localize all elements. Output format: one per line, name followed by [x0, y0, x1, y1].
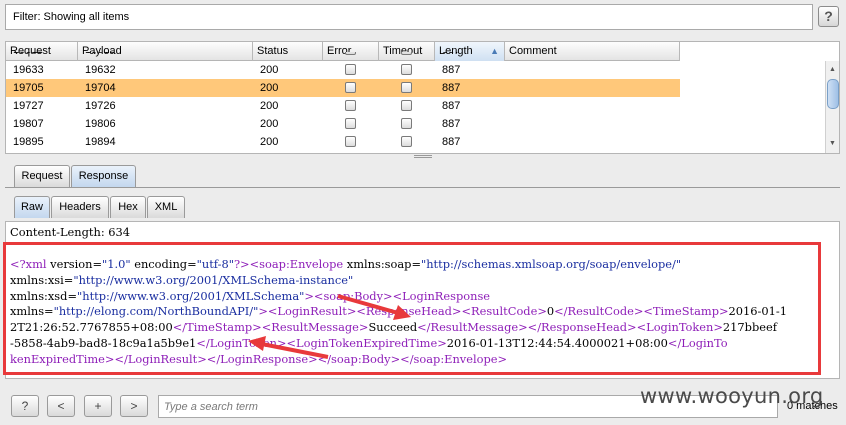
chevron-right-icon: > — [130, 399, 138, 413]
watermark: www.wooyun.org — [640, 384, 824, 408]
search-help-button[interactable]: ? — [11, 395, 39, 417]
chevron-left-icon: < — [57, 399, 65, 413]
arrow-to-logintoken-icon — [248, 336, 329, 359]
search-next-button[interactable]: > — [120, 395, 148, 417]
search-add-button[interactable]: + — [84, 395, 112, 417]
plus-icon: + — [94, 399, 102, 413]
help-icon: ? — [21, 399, 29, 413]
search-prev-button[interactable]: < — [47, 395, 75, 417]
arrow-to-succeed-icon — [337, 294, 411, 320]
annotation-arrows — [248, 294, 411, 359]
